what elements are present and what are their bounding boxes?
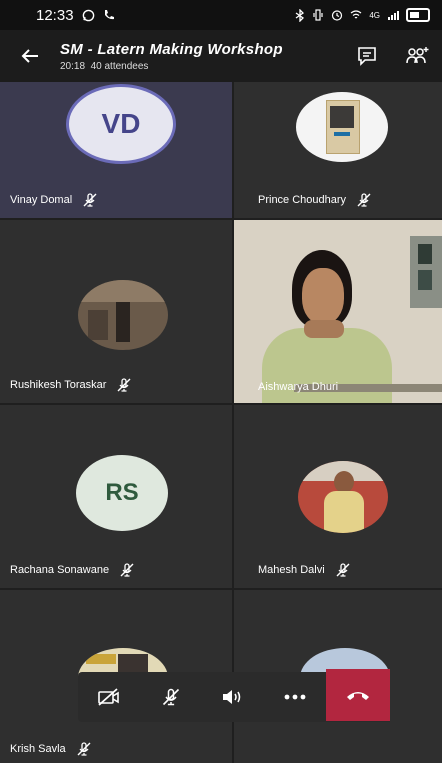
mic-off-icon <box>336 563 350 577</box>
alarm-icon <box>332 10 343 21</box>
participant-name-row: Mahesh Dalvi <box>258 562 351 578</box>
participant-name: Vinay Domal <box>10 194 73 206</box>
mic-toggle-button[interactable] <box>140 672 202 722</box>
phone-icon <box>104 10 114 20</box>
more-options-button[interactable] <box>264 672 326 722</box>
participant-name: Rushikesh Toraskar <box>10 379 107 391</box>
meeting-duration: 20:18 <box>60 60 86 72</box>
participant-name: Rachana Sonawane <box>10 564 110 576</box>
mic-off-icon <box>117 378 131 392</box>
bluetooth-icon <box>295 8 305 22</box>
avatar: VD <box>66 84 176 164</box>
whatsapp-icon <box>82 9 94 21</box>
signal-icon <box>388 10 399 20</box>
participant-name: Krish Savla <box>10 743 66 755</box>
mic-off-icon <box>162 688 180 706</box>
avatar: RS <box>76 455 168 531</box>
chat-button[interactable] <box>342 30 392 82</box>
chat-icon <box>358 47 376 66</box>
meeting-meta: 20:18 40 attendees <box>60 61 342 72</box>
battery-icon <box>406 8 430 22</box>
avatar-initials: RS <box>105 479 139 506</box>
add-participants-button[interactable] <box>392 30 442 82</box>
wifi-icon <box>350 10 362 19</box>
back-button[interactable] <box>0 30 60 82</box>
more-icon <box>284 694 306 700</box>
mic-off-icon <box>77 742 91 756</box>
video-feed <box>234 220 442 403</box>
attendee-count: 40 attendees <box>90 60 149 72</box>
meeting-header: SM - Latern Making Workshop 20:18 40 att… <box>0 30 442 82</box>
mic-off-icon <box>83 193 97 207</box>
avatar <box>296 92 388 162</box>
participant-name-row: Rachana Sonawane <box>10 562 135 578</box>
vibrate-icon <box>313 9 323 21</box>
participant-name: Prince Choudhary <box>258 194 347 206</box>
participant-name: Aishwarya Dhuri <box>258 381 339 393</box>
speaker-button[interactable] <box>202 672 264 722</box>
mic-off-icon <box>120 563 134 577</box>
end-call-button[interactable] <box>326 669 390 721</box>
participant-tile[interactable]: Prince Choudhary <box>234 82 442 218</box>
avatar <box>298 461 388 533</box>
clock: 12:33 <box>36 6 74 24</box>
participant-name-row: Krish Savla <box>10 741 92 757</box>
participant-video-tile[interactable]: Aishwarya Dhuri <box>234 220 442 403</box>
signal-label: 4G <box>369 10 380 20</box>
arrow-left-icon <box>21 49 38 63</box>
participant-name-row: Vinay Domal <box>10 192 98 208</box>
participant-name-row: Rushikesh Toraskar <box>10 377 132 393</box>
participant-tile[interactable]: VD Vinay Domal <box>0 82 232 218</box>
participant-tile[interactable]: Mahesh Dalvi <box>234 405 442 588</box>
participant-name: Mahesh Dalvi <box>258 564 325 576</box>
participant-tile[interactable]: Rushikesh Toraskar <box>0 220 232 403</box>
participant-name-row: Prince Choudhary <box>258 192 372 208</box>
mic-off-icon <box>357 193 371 207</box>
avatar <box>78 280 168 350</box>
people-add-icon <box>406 47 429 64</box>
meeting-title: SM - Latern Making Workshop <box>60 40 283 58</box>
camera-off-icon <box>98 688 119 706</box>
participant-tile[interactable]: RS Rachana Sonawane <box>0 405 232 588</box>
participant-name-row: Aishwarya Dhuri <box>258 381 338 393</box>
avatar-initials: VD <box>101 108 141 139</box>
speaker-icon <box>223 690 241 704</box>
meeting-info: SM - Latern Making Workshop 20:18 40 att… <box>60 41 342 72</box>
participant-grid: VD Vinay Domal Prince Choudhary Rushikes… <box>0 82 442 763</box>
camera-toggle-button[interactable] <box>78 672 140 722</box>
hang-up-icon <box>347 692 369 700</box>
status-bar: 12:33 4G <box>0 0 442 30</box>
